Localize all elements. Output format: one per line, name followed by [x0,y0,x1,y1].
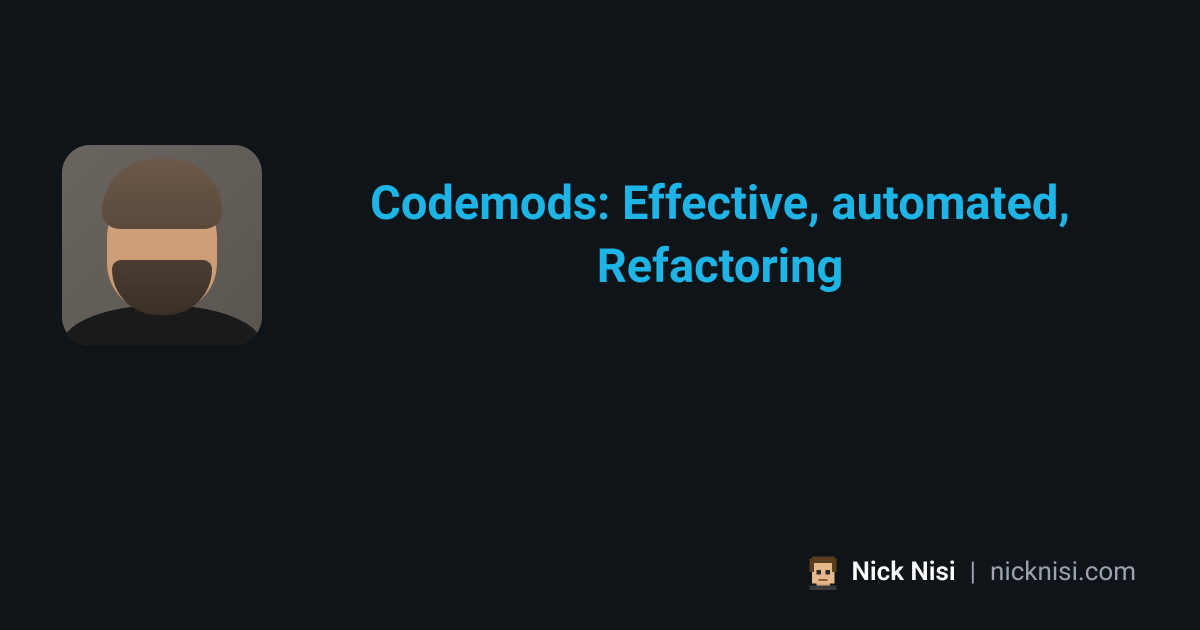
footer-author-name: Nick Nisi [851,557,955,587]
footer-domain: nicknisi.com [990,557,1136,587]
page-title: Codemods: Effective, automated, Refactor… [310,172,1130,299]
footer: Nick Nisi | nicknisi.com [805,554,1136,590]
footer-separator: | [970,557,976,587]
footer-avatar-icon [805,554,841,590]
author-avatar [62,145,262,345]
social-card: Codemods: Effective, automated, Refactor… [0,0,1200,630]
avatar-image [62,145,262,345]
